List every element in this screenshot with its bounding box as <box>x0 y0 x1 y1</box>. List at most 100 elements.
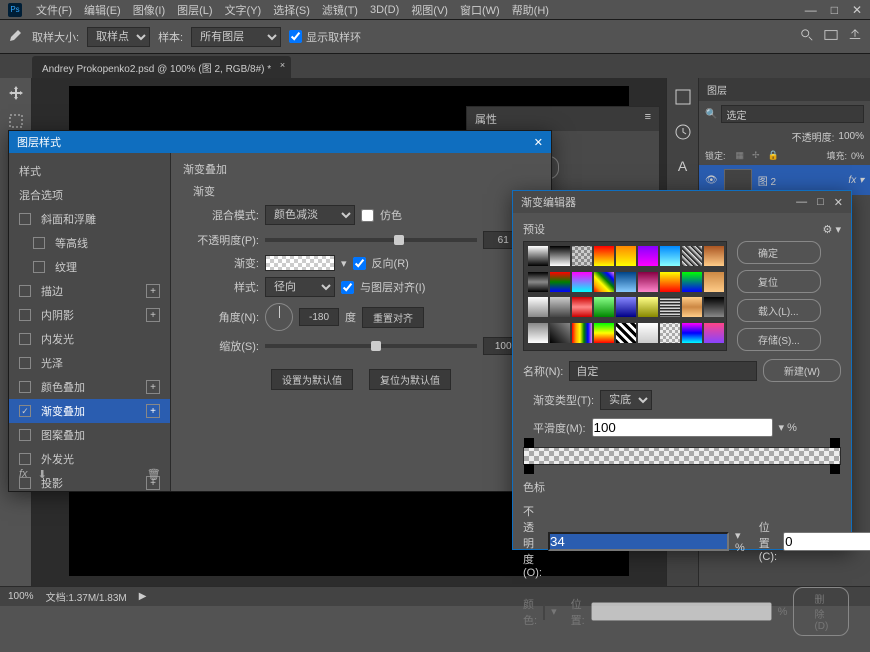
sample-size-select[interactable]: 取样点 <box>87 27 150 47</box>
visibility-icon[interactable]: 👁 <box>705 175 718 186</box>
ls-sidebar-item[interactable]: 等高线 <box>9 231 170 255</box>
menu-3d[interactable]: 3D(D) <box>364 4 405 16</box>
preset-swatch[interactable] <box>528 323 548 343</box>
preset-swatch[interactable] <box>660 246 680 266</box>
preset-swatch[interactable] <box>550 272 570 292</box>
preset-swatch[interactable] <box>594 272 614 292</box>
angle-dial[interactable] <box>265 303 293 331</box>
preset-swatch[interactable] <box>616 272 636 292</box>
ge-ok-button[interactable]: 确定 <box>737 241 821 264</box>
show-ring-check[interactable]: 显示取样环 <box>289 29 361 45</box>
preset-swatch[interactable] <box>594 323 614 343</box>
text-panel-icon[interactable]: A <box>678 158 687 174</box>
reverse-check[interactable] <box>353 257 366 270</box>
ls-sidebar-item[interactable]: 描边+ <box>9 279 170 303</box>
ls-sidebar-item[interactable]: 图案叠加 <box>9 423 170 447</box>
ls-sidebar-item[interactable]: 斜面和浮雕 <box>9 207 170 231</box>
name-input[interactable] <box>569 361 757 381</box>
preset-swatch[interactable] <box>550 246 570 266</box>
preset-swatch[interactable] <box>572 246 592 266</box>
preset-swatch[interactable] <box>682 297 702 317</box>
menu-select[interactable]: 选择(S) <box>267 2 316 18</box>
color-stop[interactable] <box>524 464 534 474</box>
ge-close-icon[interactable]: ✕ <box>834 196 843 209</box>
preset-swatch[interactable] <box>572 297 592 317</box>
preset-swatch[interactable] <box>682 323 702 343</box>
opacity-stop[interactable] <box>830 438 840 448</box>
layer-name[interactable]: 图 2 <box>758 173 776 188</box>
fx-badge[interactable]: fx ▾ <box>848 175 864 186</box>
marquee-tool[interactable] <box>5 110 27 132</box>
dither-check[interactable] <box>361 209 374 222</box>
preset-swatch[interactable] <box>528 297 548 317</box>
preset-swatch[interactable] <box>638 272 658 292</box>
eyedropper-tool-icon[interactable] <box>8 27 24 46</box>
history-panel-icon[interactable] <box>674 123 692 144</box>
ge-maximize-icon[interactable]: □ <box>817 196 824 209</box>
gradient-bar[interactable] <box>523 447 841 465</box>
layer-search-input[interactable] <box>721 105 864 123</box>
preset-swatch[interactable] <box>550 323 570 343</box>
preset-swatch[interactable] <box>616 246 636 266</box>
angle-input[interactable] <box>299 308 339 326</box>
document-tab[interactable]: Andrey Prokopenko2.psd @ 100% (图 2, RGB/… <box>32 56 291 78</box>
gradient-swatch[interactable] <box>265 255 335 271</box>
menu-window[interactable]: 窗口(W) <box>454 2 506 18</box>
preset-swatch[interactable] <box>638 323 658 343</box>
minimize-icon[interactable]: — <box>805 3 817 17</box>
preset-swatch[interactable] <box>660 323 680 343</box>
move-tool[interactable] <box>5 82 27 104</box>
preset-swatch[interactable] <box>682 246 702 266</box>
preset-swatch[interactable] <box>704 323 724 343</box>
tab-close-icon[interactable]: × <box>280 60 285 70</box>
ge-save-button[interactable]: 存储(S)... <box>737 328 821 351</box>
set-default-button[interactable]: 设置为默认值 <box>271 369 353 390</box>
opacity-value[interactable]: 100% <box>838 131 864 142</box>
fill-value[interactable]: 0% <box>851 151 864 161</box>
stop-pos-input[interactable] <box>783 532 870 551</box>
preset-swatch[interactable] <box>528 272 548 292</box>
presets-gear-icon[interactable]: ⚙ ▾ <box>823 223 841 236</box>
gradient-dropdown-icon[interactable]: ▾ <box>341 257 347 270</box>
stop-opacity-input[interactable] <box>548 532 729 551</box>
preset-swatch[interactable] <box>660 297 680 317</box>
new-gradient-button[interactable]: 新建(W) <box>763 359 841 382</box>
ge-reset-button[interactable]: 复位 <box>737 270 821 293</box>
ls-sidebar-item[interactable]: 内发光 <box>9 327 170 351</box>
close-icon[interactable]: ✕ <box>852 3 862 17</box>
preset-swatch[interactable] <box>594 246 614 266</box>
fx-icon[interactable]: fx <box>19 468 28 481</box>
preset-swatch[interactable] <box>660 272 680 292</box>
share-icon[interactable] <box>848 28 862 45</box>
sample-select[interactable]: 所有图层 <box>191 27 281 47</box>
preset-swatch[interactable] <box>638 297 658 317</box>
preset-swatch[interactable] <box>550 297 570 317</box>
menu-edit[interactable]: 编辑(E) <box>78 2 127 18</box>
align-check[interactable] <box>341 281 354 294</box>
zoom-level[interactable]: 100% <box>8 591 34 602</box>
lock-all-icon[interactable]: 🔒 <box>768 150 779 161</box>
color-panel-icon[interactable] <box>674 88 692 109</box>
ls-sidebar-item[interactable]: 颜色叠加+ <box>9 375 170 399</box>
dialog-close-icon[interactable]: ✕ <box>534 136 543 149</box>
preset-swatch[interactable] <box>594 297 614 317</box>
layers-tab[interactable]: 图层 <box>699 78 870 101</box>
preset-swatch[interactable] <box>616 323 636 343</box>
ls-sidebar-item[interactable]: 纹理 <box>9 255 170 279</box>
preset-swatch[interactable] <box>682 272 702 292</box>
ls-sidebar-item[interactable]: 样式 <box>9 159 170 183</box>
menu-type[interactable]: 文字(Y) <box>219 2 268 18</box>
ls-sidebar-item[interactable]: 光泽 <box>9 351 170 375</box>
grad-style-select[interactable]: 径向 <box>265 277 335 297</box>
preset-swatch[interactable] <box>704 246 724 266</box>
menu-layer[interactable]: 图层(L) <box>171 2 218 18</box>
blend-mode-select[interactable]: 颜色减淡 <box>265 205 355 225</box>
preset-swatch[interactable] <box>616 297 636 317</box>
menu-file[interactable]: 文件(F) <box>30 2 78 18</box>
search-icon[interactable] <box>800 28 814 45</box>
preset-swatch[interactable] <box>638 246 658 266</box>
preset-swatch[interactable] <box>572 323 592 343</box>
scale-slider[interactable] <box>265 344 477 348</box>
status-arrow-icon[interactable]: ▶ <box>139 591 147 602</box>
workspace-icon[interactable] <box>824 28 838 45</box>
